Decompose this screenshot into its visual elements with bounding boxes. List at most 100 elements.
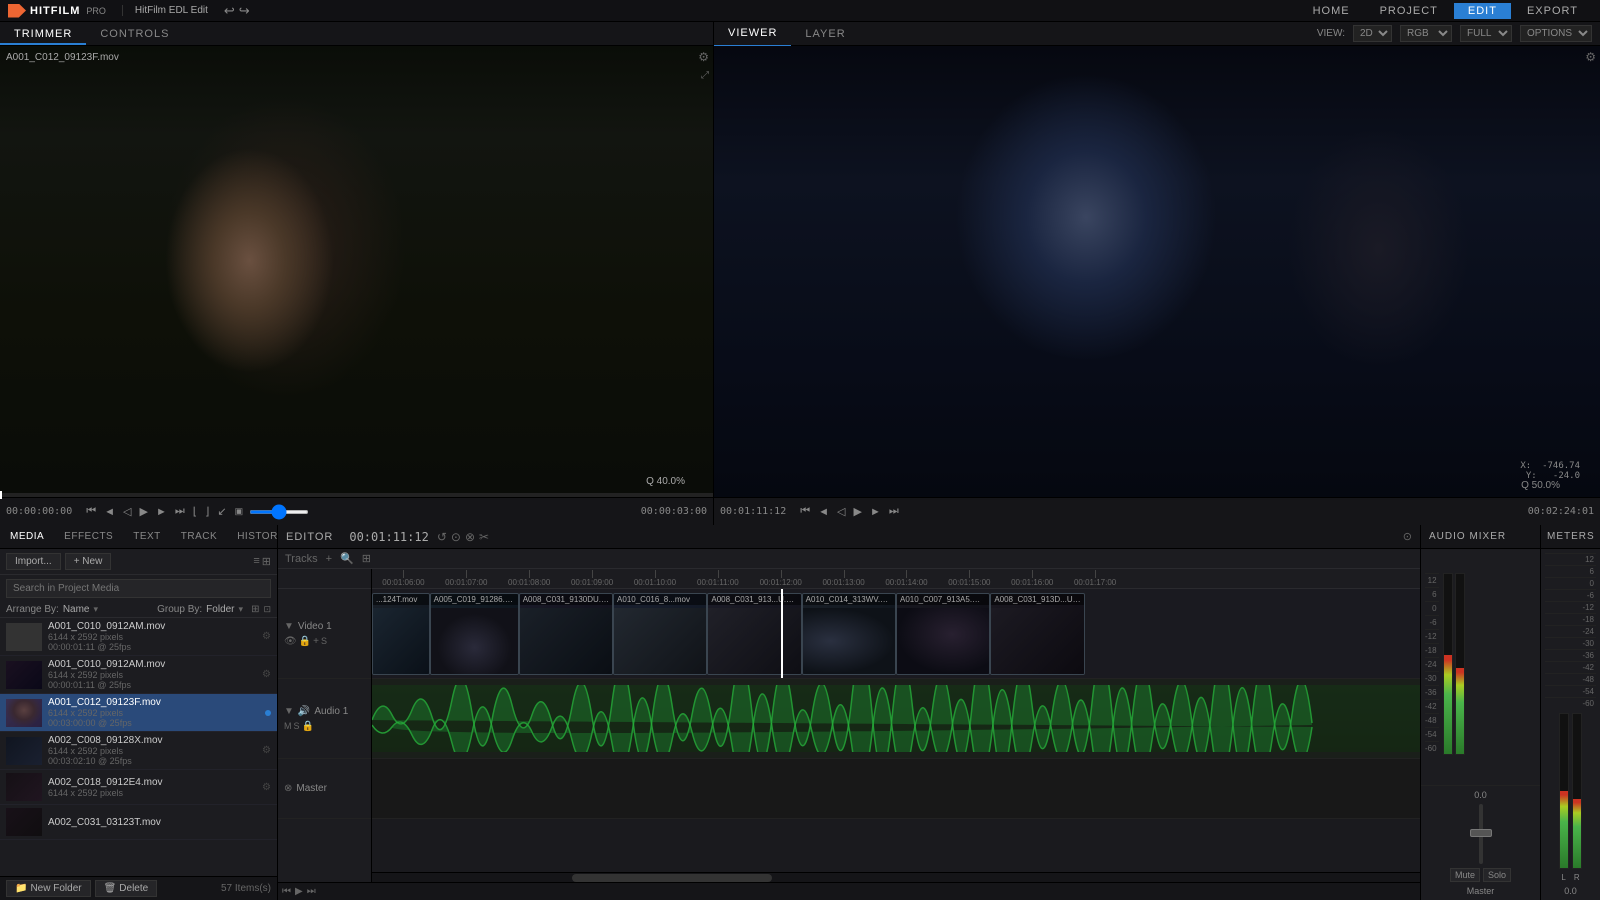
media-icon-settings[interactable]: ⚙ <box>262 631 271 642</box>
tab-media[interactable]: MEDIA <box>0 525 54 549</box>
video-track-lock[interactable]: 🔒 <box>299 636 311 647</box>
trimmer-btn-overwrite[interactable]: ▣ <box>233 506 246 517</box>
video-clip[interactable]: A010_C016_8...mov <box>613 593 707 675</box>
items-count-icon[interactable]: ⊞ <box>251 604 259 615</box>
viewer-btn-next[interactable]: ► <box>868 506 883 518</box>
video-clip[interactable]: A008_C031_913D...U.mov <box>990 593 1084 675</box>
tab-controls[interactable]: CONTROLS <box>86 22 183 45</box>
trimmer-btn-play[interactable]: ▶ <box>138 505 150 518</box>
arrange-value[interactable]: Name <box>63 604 90 615</box>
delete-button[interactable]: 🗑 Delete <box>95 880 158 897</box>
list-item[interactable]: A001_C010_0912AM.mov 6144 x 2592 pixels … <box>0 656 277 694</box>
new-folder-button[interactable]: 📁 New Folder <box>6 880 91 897</box>
audio-track-mute[interactable]: M <box>284 721 292 732</box>
media-icon-settings[interactable]: ⚙ <box>262 782 271 793</box>
list-view-icon[interactable]: ≡ <box>253 555 259 568</box>
viewer-settings-icon[interactable]: ⚙ <box>1585 50 1596 64</box>
nav-project[interactable]: PROJECT <box>1366 3 1452 19</box>
group-value[interactable]: Folder <box>206 604 234 615</box>
tab-viewer[interactable]: VIEWER <box>714 21 791 47</box>
audio-track-lock[interactable]: 🔒 <box>302 721 314 732</box>
viewer-btn-prev[interactable]: ◄ <box>816 506 831 518</box>
list-item[interactable]: A002_C008_09128X.mov 6144 x 2592 pixels … <box>0 732 277 770</box>
tab-text[interactable]: TEXT <box>123 525 171 549</box>
editor-close[interactable]: ⊙ <box>1403 530 1412 543</box>
audio-track-solo[interactable]: S <box>294 721 300 732</box>
trimmer-btn-next-frame[interactable]: ► <box>154 506 169 518</box>
editor-icon-razor[interactable]: ✂ <box>479 530 489 544</box>
timeline-ruler[interactable]: 00:01:06:00 00:01:07:00 00:01:08:00 00:0… <box>372 569 1420 589</box>
nav-edit[interactable]: EDIT <box>1454 3 1511 19</box>
media-icon-settings[interactable]: ⚙ <box>262 745 271 756</box>
viewer-btn-to-start[interactable]: ⏮ <box>798 505 812 518</box>
trimmer-playbar[interactable] <box>0 493 713 497</box>
undo-button[interactable]: ↩ <box>224 3 235 19</box>
tab-trimmer[interactable]: TRIMMER <box>0 22 86 45</box>
db-mark: -48 <box>1425 713 1439 727</box>
timeline-scrollbar[interactable] <box>372 872 1420 882</box>
viewer-btn-play[interactable]: ▶ <box>852 505 864 518</box>
editor-icon-magnet[interactable]: ⊗ <box>465 530 475 544</box>
video-track-solo[interactable]: S <box>321 636 327 647</box>
tab-track[interactable]: TRACK <box>171 525 227 549</box>
import-button[interactable]: Import... <box>6 553 61 570</box>
count-icon2[interactable]: ⊡ <box>263 604 271 615</box>
grid-view-icon[interactable]: ⊞ <box>262 555 271 568</box>
trimmer-btn-mark-in[interactable]: ⌊ <box>191 505 199 518</box>
solo-button[interactable]: Solo <box>1483 868 1511 882</box>
viewer-btn-to-end[interactable]: ⏭ <box>887 505 901 518</box>
list-item[interactable]: A002_C018_0912E4.mov 6144 x 2592 pixels … <box>0 770 277 805</box>
full-select[interactable]: FULLHALF <box>1460 25 1512 42</box>
list-item[interactable]: A002_C031_03123T.mov <box>0 805 277 840</box>
tab-layer[interactable]: LAYER <box>791 22 859 46</box>
trimmer-btn-insert[interactable]: ↙ <box>215 505 228 518</box>
viewer-btn-play-back[interactable]: ◁ <box>835 505 847 518</box>
video-clip[interactable]: A010_C014_313WV.mov <box>802 593 896 675</box>
arrange-dropdown-icon[interactable]: ▾ <box>94 604 99 615</box>
search-input[interactable] <box>6 579 271 598</box>
timeline-btn-tracks[interactable]: Tracks <box>282 553 321 565</box>
list-item-selected[interactable]: A001_C012_09123F.mov 6144 x 2592 pixels … <box>0 694 277 732</box>
timeline-btn-rewind[interactable]: ⏮ <box>282 886 291 897</box>
trimmer-expand-icon[interactable]: ⤢ <box>701 70 709 81</box>
timeline-btn-play[interactable]: ▶ <box>295 886 303 897</box>
trimmer-btn-mark-out[interactable]: ⌋ <box>203 505 211 518</box>
video-clip[interactable]: A005_C019_91286.mov <box>430 593 519 675</box>
tab-effects[interactable]: EFFECTS <box>54 525 123 549</box>
editor-icon-loop[interactable]: ↺ <box>437 530 447 544</box>
video-clip[interactable]: ...124T.mov <box>372 593 430 675</box>
timeline-zoom-in[interactable]: 🔍 <box>337 552 357 565</box>
group-dropdown-icon[interactable]: ▾ <box>239 604 244 615</box>
clip-thumb <box>614 608 706 674</box>
timeline-add-track[interactable]: + <box>323 553 335 565</box>
nav-export[interactable]: EXPORT <box>1513 3 1592 19</box>
view-mode-select[interactable]: 2D3D <box>1353 25 1392 42</box>
media-icon-settings[interactable]: ⚙ <box>262 669 271 680</box>
list-item[interactable]: A001_C010_0912AM.mov 6144 x 2592 pixels … <box>0 618 277 656</box>
trimmer-volume-slider[interactable] <box>249 510 309 514</box>
mute-button[interactable]: Mute <box>1450 868 1480 882</box>
video-track-eye[interactable]: 👁 <box>284 636 297 647</box>
trimmer-btn-to-start[interactable]: ⏮ <box>84 505 98 518</box>
new-button[interactable]: + New <box>65 553 112 570</box>
redo-button[interactable]: ↪ <box>239 3 250 19</box>
options-select[interactable]: OPTIONS <box>1520 25 1592 42</box>
color-mode-select[interactable]: RGBAlpha <box>1400 25 1452 42</box>
timeline-zoom-fit[interactable]: ⊞ <box>359 552 374 565</box>
video-track-toggle[interactable]: ▼ <box>284 621 294 632</box>
timeline-btn-fwd[interactable]: ⏭ <box>307 886 316 897</box>
nav-home[interactable]: HOME <box>1299 3 1364 19</box>
video-clip[interactable]: A008_C031_913...U.mov <box>707 593 801 675</box>
video-clip[interactable]: A008_C031_9130DU.mov <box>519 593 613 675</box>
trimmer-btn-to-end[interactable]: ⏭ <box>173 505 187 518</box>
editor-icon-snap[interactable]: ⊙ <box>451 530 461 544</box>
audio-track-toggle[interactable]: ▼ <box>284 706 294 717</box>
timeline-scrollbar-thumb[interactable] <box>572 874 772 882</box>
trimmer-settings-icon[interactable]: ⚙ <box>698 50 709 64</box>
video-clip[interactable]: A010_C007_913A5.mov <box>896 593 990 675</box>
trimmer-btn-prev-frame[interactable]: ◄ <box>102 506 117 518</box>
trimmer-btn-play-back[interactable]: ◁ <box>121 505 133 518</box>
video-track-add[interactable]: + <box>313 636 319 647</box>
meter-db-label: -48 <box>1545 673 1596 685</box>
fader-handle[interactable] <box>1470 829 1492 837</box>
